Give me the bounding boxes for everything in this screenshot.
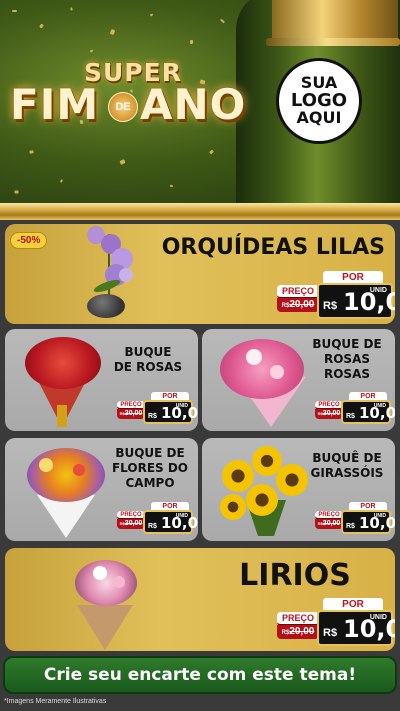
price-tag: POR PREÇO R$20,00 UNID R$ 10,00 <box>117 502 198 536</box>
new-price-box: UNID R$ 10,00 <box>341 400 395 424</box>
flyer-page: SUPER FIM DE ANO SUA LOGO AQUI -50% ORQU… <box>0 0 400 711</box>
new-price: 10,00 <box>359 404 395 422</box>
disclaimer-text: *Imagens Meramente Ilustrativas <box>4 698 107 705</box>
currency: R$ <box>323 627 338 639</box>
pink-roses-bouquet-image <box>216 335 310 427</box>
wildflowers-bouquet-image <box>21 444 111 538</box>
confetti-piece <box>189 39 194 45</box>
product-title: BUQUE DE ROSAS ROSAS <box>312 337 382 381</box>
confetti-piece <box>59 179 64 183</box>
new-price-box: UNID R$ 10,00 <box>143 400 198 424</box>
price-tag: POR PREÇO R$20,00 UNID R$ 10,00 <box>315 502 395 536</box>
price-tag: POR PREÇO R$20,00 UNID R$ 10,00 <box>277 598 395 650</box>
confetti-piece <box>70 7 73 11</box>
product-card-girassois[interactable]: BUQUÊ DE GIRASSÓIS POR PREÇO R$20,00 UNID… <box>202 438 395 541</box>
confetti-piece <box>169 184 174 188</box>
new-price: 10,00 <box>161 404 198 422</box>
product-title: BUQUÊ DE GIRASSÓIS <box>310 451 384 480</box>
product-card-lirios[interactable]: LIRIOS POR PREÇO R$20,00 UNID R$ 10,00 <box>5 548 395 651</box>
preco-label: PREÇO <box>277 612 319 626</box>
product-card-flores-do-campo[interactable]: BUQUE DE FLORES DO CAMPO POR PREÇO R$20,00… <box>5 438 198 541</box>
preco-label: PREÇO <box>277 285 319 299</box>
old-price: R$20,00 <box>117 409 145 419</box>
red-roses-bouquet-image <box>23 335 105 427</box>
product-card-orquideas[interactable]: -50% ORQUÍDEAS LILAS POR PREÇO R$20,00 U… <box>5 224 395 324</box>
bottle-foil <box>272 0 398 42</box>
confetti-piece <box>39 23 44 29</box>
new-price-box: UNID R$ 10,00 <box>317 610 395 646</box>
confetti-piece <box>209 149 214 155</box>
old-price: R$20,00 <box>277 625 319 639</box>
currency: R$ <box>346 523 355 530</box>
brand-de-badge: DE <box>108 92 138 122</box>
product-title: BUQUE DE ROSAS <box>113 345 183 374</box>
create-flyer-cta-button[interactable]: Crie seu encarte com este tema! <box>3 656 397 694</box>
brand-ano-text: ANO <box>140 80 247 129</box>
old-price: R$20,00 <box>117 519 145 529</box>
header-banner: SUPER FIM DE ANO SUA LOGO AQUI <box>0 0 400 207</box>
orchid-image <box>75 224 145 324</box>
new-price: 10,00 <box>359 514 395 532</box>
discount-badge: -50% <box>10 232 48 249</box>
old-price: R$20,00 <box>315 519 343 529</box>
new-price-box: UNID R$ 10,00 <box>143 510 198 534</box>
confetti-piece <box>109 28 116 36</box>
bottle-foil-edge <box>266 38 400 46</box>
currency: R$ <box>148 413 157 420</box>
brand-fim-text: FIM <box>10 80 100 129</box>
lilies-bouquet-image <box>67 554 147 650</box>
confetti-piece <box>29 150 34 154</box>
price-tag: POR PREÇO R$20,00 UNID R$ 10,00 <box>117 392 198 426</box>
sunflowers-bouquet-image <box>216 442 312 538</box>
new-price: 10,00 <box>343 288 395 316</box>
price-tag: POR PREÇO R$20,00 UNID R$ 10,00 <box>277 271 395 323</box>
currency: R$ <box>148 523 157 530</box>
product-card-rosas-rosas[interactable]: BUQUE DE ROSAS ROSAS POR PREÇO R$20,00 UNI… <box>202 329 395 431</box>
product-title: LIRIOS <box>239 558 351 593</box>
your-logo-placeholder[interactable]: SUA LOGO AQUI <box>276 58 362 144</box>
confetti-piece <box>89 49 94 53</box>
currency: R$ <box>323 300 338 312</box>
new-price-box: UNID R$ 10,00 <box>341 510 395 534</box>
logo-line-3: AQUI <box>296 108 342 128</box>
product-title: BUQUE DE FLORES DO CAMPO <box>111 446 189 490</box>
old-price: R$20,00 <box>277 298 319 312</box>
price-tag: POR PREÇO R$20,00 UNID R$ 10,00 <box>315 392 395 426</box>
new-price: 10,00 <box>343 615 395 643</box>
brand-logo-super-fim-de-ano: SUPER FIM DE ANO <box>10 58 255 138</box>
currency: R$ <box>346 413 355 420</box>
confetti-piece <box>219 18 226 24</box>
product-title: ORQUÍDEAS LILAS <box>161 235 385 260</box>
confetti-piece <box>119 159 126 165</box>
gold-divider-strip <box>0 203 400 220</box>
old-price: R$20,00 <box>315 409 343 419</box>
product-card-rosas[interactable]: BUQUE DE ROSAS POR PREÇO R$20,00 UNID R$ … <box>5 329 198 431</box>
confetti-piece <box>149 13 154 17</box>
confetti-piece <box>12 10 17 12</box>
new-price-box: UNID R$ 10,00 <box>317 283 395 319</box>
new-price: 10,00 <box>161 514 198 532</box>
confetti-piece <box>14 190 19 194</box>
